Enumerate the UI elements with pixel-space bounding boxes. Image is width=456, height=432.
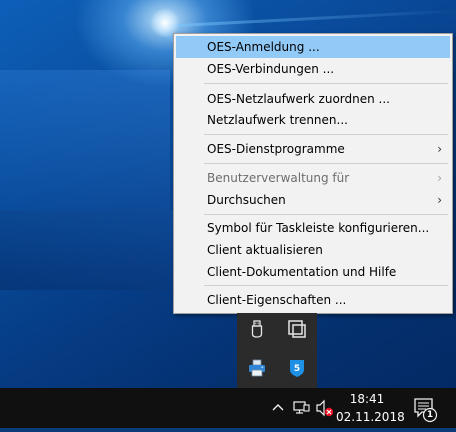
menu-item-oes-utilities[interactable]: OES-Dienstprogramme › (176, 138, 450, 160)
menu-item-client-documentation[interactable]: Client-Dokumentation und Hilfe (176, 261, 450, 283)
svg-text:5: 5 (294, 364, 300, 374)
menu-item-browse[interactable]: Durchsuchen › (176, 189, 450, 211)
menu-item-label: Durchsuchen (207, 193, 286, 207)
submenu-arrow-icon: › (437, 142, 442, 156)
menu-item-map-network-drive[interactable]: OES-Netzlaufwerk zuordnen ... (176, 88, 450, 110)
clock-time: 18:41 (349, 392, 385, 406)
submenu-arrow-icon: › (437, 193, 442, 207)
menu-item-label: OES-Anmeldung ... (207, 40, 320, 54)
show-hidden-icons-button[interactable] (269, 388, 287, 428)
hidden-tray-icons-popup: 5 (237, 313, 317, 388)
action-center-icon (414, 398, 438, 423)
network-status-button[interactable] (290, 388, 312, 428)
menu-separator (204, 285, 448, 286)
menu-separator (204, 214, 448, 215)
menu-item-update-client[interactable]: Client aktualisieren (176, 239, 450, 261)
menu-item-oes-connections[interactable]: OES-Verbindungen ... (176, 58, 450, 80)
menu-item-label: Client-Eigenschaften ... (207, 293, 347, 307)
volume-muted-icon (316, 399, 334, 417)
network-printer-icon[interactable] (247, 358, 267, 378)
menu-item-configure-taskbar-icon[interactable]: Symbol für Taskleiste konfigurieren... (176, 217, 450, 239)
menu-separator (204, 83, 448, 84)
usb-device-icon[interactable] (247, 319, 267, 339)
menu-item-disconnect-network-drive[interactable]: Netzlaufwerk trennen... (176, 109, 450, 131)
notification-count-badge: 1 (426, 410, 434, 420)
taskbar-clock[interactable]: 18:41 02.11.2018 (336, 390, 405, 426)
menu-item-label: OES-Dienstprogramme (207, 142, 345, 156)
screen-capture-icon[interactable] (287, 319, 307, 339)
oes-client-icon[interactable]: 5 (287, 358, 307, 378)
network-icon (293, 401, 310, 414)
action-center-button[interactable]: 1 (410, 388, 440, 428)
menu-separator (204, 163, 448, 164)
menu-separator (204, 134, 448, 135)
taskbar: 18:41 02.11.2018 1 (0, 388, 456, 428)
menu-item-oes-login[interactable]: OES-Anmeldung ... (176, 36, 450, 58)
chevron-up-icon (272, 404, 284, 411)
wallpaper-light-beam (0, 70, 170, 210)
oes-client-context-menu: OES-Anmeldung ... OES-Verbindungen ... O… (173, 33, 453, 314)
volume-button[interactable] (314, 388, 336, 428)
menu-item-client-properties[interactable]: Client-Eigenschaften ... (176, 289, 450, 311)
menu-item-user-administration[interactable]: Benutzerverwaltung für › (176, 167, 450, 189)
menu-item-label: OES-Verbindungen ... (207, 62, 335, 76)
menu-item-label: Client aktualisieren (207, 243, 323, 257)
submenu-arrow-icon: › (437, 171, 442, 185)
wallpaper-light-beam (160, 9, 456, 28)
menu-item-label: OES-Netzlaufwerk zuordnen ... (207, 92, 390, 106)
clock-date: 02.11.2018 (336, 410, 405, 424)
menu-item-label: Benutzerverwaltung für (207, 171, 350, 185)
menu-item-label: Client-Dokumentation und Hilfe (207, 265, 397, 279)
menu-item-label: Symbol für Taskleiste konfigurieren... (207, 221, 430, 235)
menu-item-label: Netzlaufwerk trennen... (207, 113, 348, 127)
